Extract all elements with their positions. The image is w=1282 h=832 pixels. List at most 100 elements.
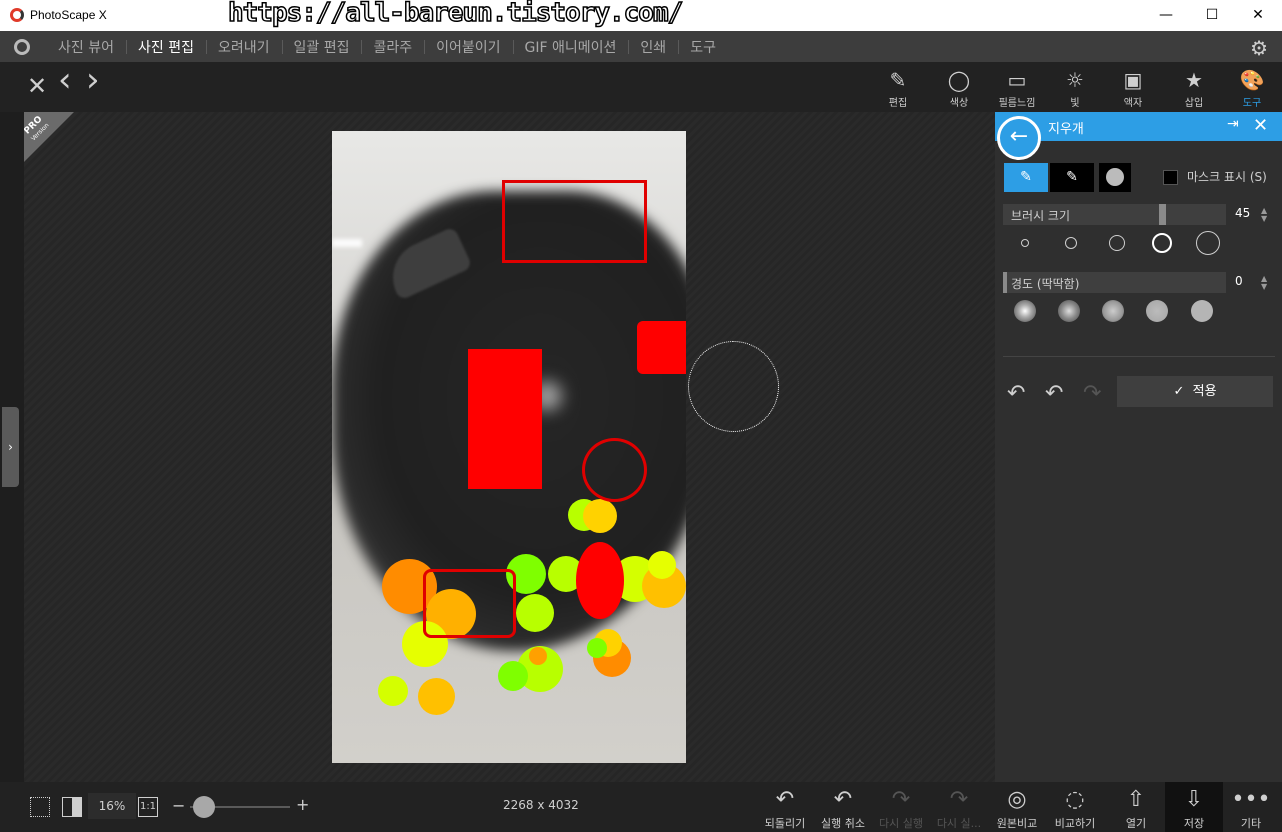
- undo-button[interactable]: ↶ 실행 취소: [814, 785, 872, 831]
- compare-button[interactable]: ◌ 비교하기: [1046, 785, 1104, 831]
- save-button[interactable]: ⇩ 저장: [1165, 782, 1223, 832]
- tool-tab-tools[interactable]: 🎨 도구: [1222, 66, 1282, 109]
- close-editor-icon[interactable]: ✕: [27, 74, 47, 98]
- search-icon[interactable]: [14, 39, 30, 55]
- light-icon: ☼: [1066, 68, 1084, 92]
- undo-icon[interactable]: ↶: [1045, 381, 1063, 406]
- frame-icon: ▣: [1123, 68, 1143, 92]
- more-button[interactable]: ••• 기타: [1222, 785, 1280, 831]
- redo-button[interactable]: ↷ 다시 실행: [872, 785, 930, 831]
- brush-preset-1[interactable]: [1021, 239, 1029, 247]
- hardness-preset-3[interactable]: [1102, 300, 1124, 322]
- menu-item-8[interactable]: 도구: [678, 37, 728, 57]
- bokeh-dot: [378, 676, 408, 706]
- tool-tab-film[interactable]: ▭ 필름느낌: [987, 66, 1047, 109]
- hardness-preset-1[interactable]: [1014, 300, 1036, 322]
- revert-label: 되돌리기: [764, 817, 806, 830]
- tool-tab-insert[interactable]: ★ 삽입: [1164, 66, 1224, 109]
- actual-size-button[interactable]: 1:1: [138, 797, 158, 817]
- redo-all-button[interactable]: ↷ 다시 실...: [930, 785, 988, 831]
- title-bar: PhotoScape X https://all-bareun.tistory.…: [0, 0, 1282, 31]
- zoom-level[interactable]: 16%: [88, 793, 136, 819]
- open-button[interactable]: ⇧ 열기: [1107, 785, 1165, 831]
- eraser-brush-cursor: [688, 341, 779, 432]
- hardness-spinner-icon[interactable]: ▲ ▼: [1261, 275, 1267, 291]
- compare-split-icon[interactable]: [62, 797, 82, 817]
- brush-size-value[interactable]: 45: [1235, 206, 1250, 220]
- menu-item-7[interactable]: 인쇄: [628, 37, 678, 57]
- brush-preset-4[interactable]: [1152, 233, 1172, 253]
- zoom-slider-thumb[interactable]: [193, 796, 215, 818]
- brush-size-spinner-icon[interactable]: ▲ ▼: [1261, 207, 1267, 223]
- redo-label: 다시 실행: [879, 817, 923, 830]
- zoom-in-icon[interactable]: +: [296, 795, 309, 814]
- menu-item-0[interactable]: 사진 뷰어: [46, 37, 126, 57]
- window-close-button[interactable]: ✕: [1235, 0, 1281, 31]
- menu-item-4[interactable]: 콜라주: [361, 37, 424, 57]
- menu-item-2[interactable]: 오려내기: [205, 37, 282, 57]
- apply-button[interactable]: ✓ 적용: [1117, 376, 1273, 407]
- original-compare-button[interactable]: ◎ 원본비교: [988, 785, 1046, 831]
- back-arrow-icon[interactable]: ←: [997, 116, 1041, 160]
- selection-icon[interactable]: [30, 797, 50, 817]
- hardness-preset-5[interactable]: [1191, 300, 1213, 322]
- menu-item-5[interactable]: 이어붙이기: [424, 37, 512, 57]
- open-label: 열기: [1125, 817, 1147, 830]
- eraser-fill-icon[interactable]: [1099, 163, 1131, 192]
- next-photo-icon[interactable]: ›: [86, 63, 100, 97]
- mask-display-checkbox[interactable]: [1163, 170, 1178, 185]
- tool-tab-label: 빛: [1070, 98, 1080, 109]
- tools-icon: 🎨: [1239, 68, 1265, 92]
- hardness-value[interactable]: 0: [1235, 274, 1243, 288]
- hardness-preset-2[interactable]: [1058, 300, 1080, 322]
- tool-tab-frame[interactable]: ▣ 액자: [1103, 66, 1163, 109]
- gear-icon[interactable]: ⚙: [1250, 36, 1268, 60]
- save-icon: ⇩: [1184, 787, 1204, 812]
- check-icon: ✓: [1173, 384, 1185, 399]
- red-rectangle-outline[interactable]: [502, 180, 647, 263]
- tool-tab-label: 액자: [1123, 98, 1143, 109]
- hardness-preset-4[interactable]: [1146, 300, 1168, 322]
- bokeh-dot: [587, 638, 607, 658]
- left-panel-toggle[interactable]: ›: [2, 407, 19, 487]
- zoom-out-icon[interactable]: −: [172, 796, 185, 815]
- revert-icon[interactable]: ↶: [1007, 381, 1025, 406]
- tool-tab-color[interactable]: ◯ 색상: [929, 66, 989, 109]
- maximize-button[interactable]: ☐: [1189, 0, 1235, 31]
- menu-item-6[interactable]: GIF 애니메이션: [512, 37, 629, 57]
- hardness-thumb[interactable]: [1003, 272, 1007, 293]
- red-rounded-rectangle[interactable]: [637, 321, 686, 374]
- more-label: 기타: [1240, 817, 1262, 830]
- insert-icon: ★: [1185, 68, 1203, 92]
- brush-size-label: 브러시 크기: [1011, 209, 1071, 223]
- menu-items: 사진 뷰어 사진 편집 오려내기 일괄 편집 콜라주 이어붙이기 GIF 애니메이션 인쇄 도구: [46, 31, 728, 62]
- red-rounded-rectangle-outline[interactable]: [423, 569, 516, 638]
- minimize-button[interactable]: —: [1143, 0, 1189, 31]
- eraser-brush-add-icon[interactable]: ✎: [1004, 163, 1048, 192]
- red-ellipse[interactable]: [576, 542, 624, 619]
- eraser-brush-remove-icon[interactable]: ✎: [1050, 163, 1094, 192]
- tool-tab-edit[interactable]: ✎ 편집: [868, 66, 928, 109]
- redo-icon[interactable]: ↷: [1083, 381, 1101, 406]
- previous-photo-icon[interactable]: ‹: [58, 63, 72, 97]
- tool-tab-label: 색상: [949, 98, 969, 109]
- menu-item-1[interactable]: 사진 편집: [125, 37, 206, 57]
- tool-tab-light[interactable]: ☼ 빛: [1045, 66, 1105, 109]
- eraser-panel: ← 지우개 ⇥ ✕ ✎ ✎ 마스크 표시 (S) 브러시 크기 45 ▲ ▼ 경도…: [995, 112, 1282, 782]
- bokeh-dot: [648, 551, 676, 579]
- app-logo-icon: [10, 8, 24, 22]
- revert-button[interactable]: ↶ 되돌리기: [756, 785, 814, 831]
- panel-close-icon[interactable]: ✕: [1253, 115, 1268, 136]
- hardness-slider[interactable]: 경도 (딱딱함): [1003, 272, 1226, 293]
- pin-icon[interactable]: ⇥: [1227, 116, 1239, 132]
- brush-preset-5[interactable]: [1196, 231, 1220, 255]
- red-rectangle[interactable]: [468, 349, 542, 489]
- original-compare-label: 원본비교: [996, 817, 1038, 830]
- red-circle-outline[interactable]: [582, 438, 647, 502]
- edited-photo[interactable]: [332, 131, 686, 763]
- brush-preset-2[interactable]: [1065, 237, 1077, 249]
- brush-preset-3[interactable]: [1109, 235, 1125, 251]
- brush-size-slider[interactable]: 브러시 크기: [1003, 204, 1226, 225]
- brush-size-thumb[interactable]: [1159, 204, 1166, 225]
- menu-item-3[interactable]: 일괄 편집: [281, 37, 362, 57]
